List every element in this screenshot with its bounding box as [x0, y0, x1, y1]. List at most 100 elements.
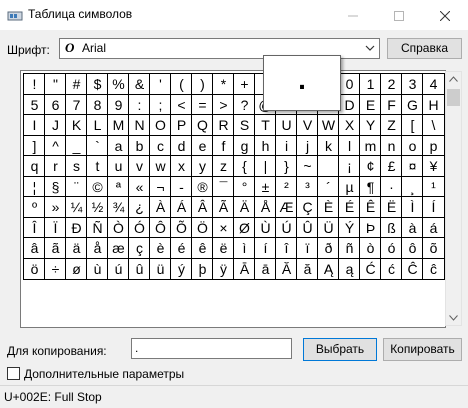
character-cell[interactable]: \ — [422, 114, 445, 136]
character-cell[interactable]: ] — [23, 134, 46, 157]
character-cell[interactable]: Ð — [65, 216, 88, 239]
character-cell[interactable]: þ — [191, 257, 214, 280]
character-cell[interactable]: 2 — [380, 73, 403, 95]
character-cell[interactable]: % — [107, 73, 130, 95]
character-cell[interactable]: * — [212, 73, 235, 95]
character-cell[interactable]: Ô — [149, 216, 172, 239]
character-cell[interactable]: ĉ — [422, 257, 445, 280]
character-cell[interactable]: e — [191, 134, 214, 157]
character-cell[interactable]: ª — [107, 175, 130, 198]
character-cell[interactable]: ¶ — [359, 175, 382, 198]
grid-scrollbar[interactable] — [445, 71, 462, 326]
character-cell[interactable]: À — [149, 196, 172, 218]
character-cell[interactable]: ¢ — [359, 155, 382, 177]
character-cell[interactable]: µ — [338, 175, 361, 198]
character-cell[interactable]: ; — [149, 93, 172, 116]
character-cell[interactable]: ï — [296, 237, 319, 259]
character-cell[interactable]: R — [212, 114, 235, 136]
character-cell[interactable]: H — [422, 93, 445, 116]
character-cell[interactable]: } — [275, 155, 298, 177]
character-cell[interactable]: ¨ — [65, 175, 88, 198]
character-cell[interactable]: Ć — [359, 257, 382, 280]
character-cell[interactable]: ´ — [317, 175, 340, 198]
character-cell[interactable]: 5 — [23, 93, 46, 116]
character-cell[interactable]: h — [254, 134, 277, 157]
character-cell[interactable]: Ï — [44, 216, 67, 239]
character-cell[interactable]: ? — [233, 93, 256, 116]
character-cell[interactable]: F — [380, 93, 403, 116]
character-cell[interactable]: E — [359, 93, 382, 116]
character-cell[interactable]: m — [359, 134, 382, 157]
character-cell[interactable]: J — [44, 114, 67, 136]
maximize-button[interactable] — [376, 0, 422, 30]
character-cell[interactable]: Û — [296, 216, 319, 239]
character-cell[interactable]: ^ — [44, 134, 67, 157]
character-cell[interactable]: Ò — [107, 216, 130, 239]
character-cell[interactable]: z — [212, 155, 235, 177]
character-cell[interactable]: Y — [359, 114, 382, 136]
character-cell[interactable]: ÿ — [212, 257, 235, 280]
character-cell[interactable]: Ö — [191, 216, 214, 239]
character-cell[interactable]: Ă — [275, 257, 298, 280]
character-cell[interactable]: ā — [254, 257, 277, 280]
character-cell[interactable]: b — [128, 134, 151, 157]
character-cell[interactable]: § — [44, 175, 67, 198]
character-cell[interactable]: ¼ — [65, 196, 88, 218]
character-cell[interactable]: N — [128, 114, 151, 136]
character-cell[interactable]: _ — [65, 134, 88, 157]
character-cell[interactable]: f — [212, 134, 235, 157]
chevron-down-icon[interactable] — [365, 43, 375, 53]
character-cell[interactable]: ( — [170, 73, 193, 95]
character-cell[interactable]: ½ — [86, 196, 109, 218]
character-cell[interactable]: ' — [149, 73, 172, 95]
character-cell[interactable]: x — [170, 155, 193, 177]
character-cell[interactable]: ° — [233, 175, 256, 198]
character-cell[interactable]: " — [44, 73, 67, 95]
character-cell[interactable]: - — [170, 175, 193, 198]
character-cell[interactable]: X — [338, 114, 361, 136]
character-grid[interactable]: !"#$%&'()*+,-./0123456789:;<=>?@ABCDEFGH… — [20, 70, 446, 328]
character-cell[interactable]: o — [401, 134, 424, 157]
character-cell[interactable]: Ā — [233, 257, 256, 280]
character-cell[interactable]: ó — [380, 237, 403, 259]
character-cell[interactable]: Ą — [317, 257, 340, 280]
character-cell[interactable]: É — [338, 196, 361, 218]
character-cell[interactable]: ü — [149, 257, 172, 280]
character-cell[interactable]: u — [107, 155, 130, 177]
character-cell[interactable]: L — [86, 114, 109, 136]
character-cell[interactable]: Þ — [359, 216, 382, 239]
character-cell[interactable]: q — [23, 155, 46, 177]
character-cell[interactable]: û — [128, 257, 151, 280]
character-cell[interactable]: ¤ — [401, 155, 424, 177]
character-cell[interactable]: ô — [401, 237, 424, 259]
character-cell[interactable]: W — [317, 114, 340, 136]
character-cell[interactable]: v — [128, 155, 151, 177]
character-cell[interactable]: # — [65, 73, 88, 95]
character-cell[interactable]: Ø — [233, 216, 256, 239]
character-cell[interactable]: ì — [233, 237, 256, 259]
character-cell[interactable]: ß — [380, 216, 403, 239]
character-cell[interactable]: k — [317, 134, 340, 157]
character-cell[interactable]: j — [296, 134, 319, 157]
character-cell[interactable]: Ñ — [86, 216, 109, 239]
character-cell[interactable]: © — [86, 175, 109, 198]
character-cell[interactable]: U — [275, 114, 298, 136]
character-cell[interactable]: T — [254, 114, 277, 136]
character-cell[interactable]: ç — [128, 237, 151, 259]
character-cell[interactable]: ! — [23, 73, 46, 95]
character-cell[interactable]: â — [23, 237, 46, 259]
character-cell[interactable]: ú — [107, 257, 130, 280]
character-cell[interactable]: ¦ — [23, 175, 46, 198]
character-cell[interactable]: & — [128, 73, 151, 95]
character-cell[interactable]: Ù — [254, 216, 277, 239]
character-cell[interactable]: ã — [44, 237, 67, 259]
character-cell[interactable]: í — [254, 237, 277, 259]
character-cell[interactable]: c — [149, 134, 172, 157]
character-cell[interactable]: M — [107, 114, 130, 136]
character-cell[interactable]: ö — [23, 257, 46, 280]
character-cell[interactable]: d — [170, 134, 193, 157]
character-cell[interactable]: Ĉ — [401, 257, 424, 280]
character-cell[interactable]: ² — [275, 175, 298, 198]
character-cell[interactable]: t — [86, 155, 109, 177]
character-cell[interactable]: { — [233, 155, 256, 177]
